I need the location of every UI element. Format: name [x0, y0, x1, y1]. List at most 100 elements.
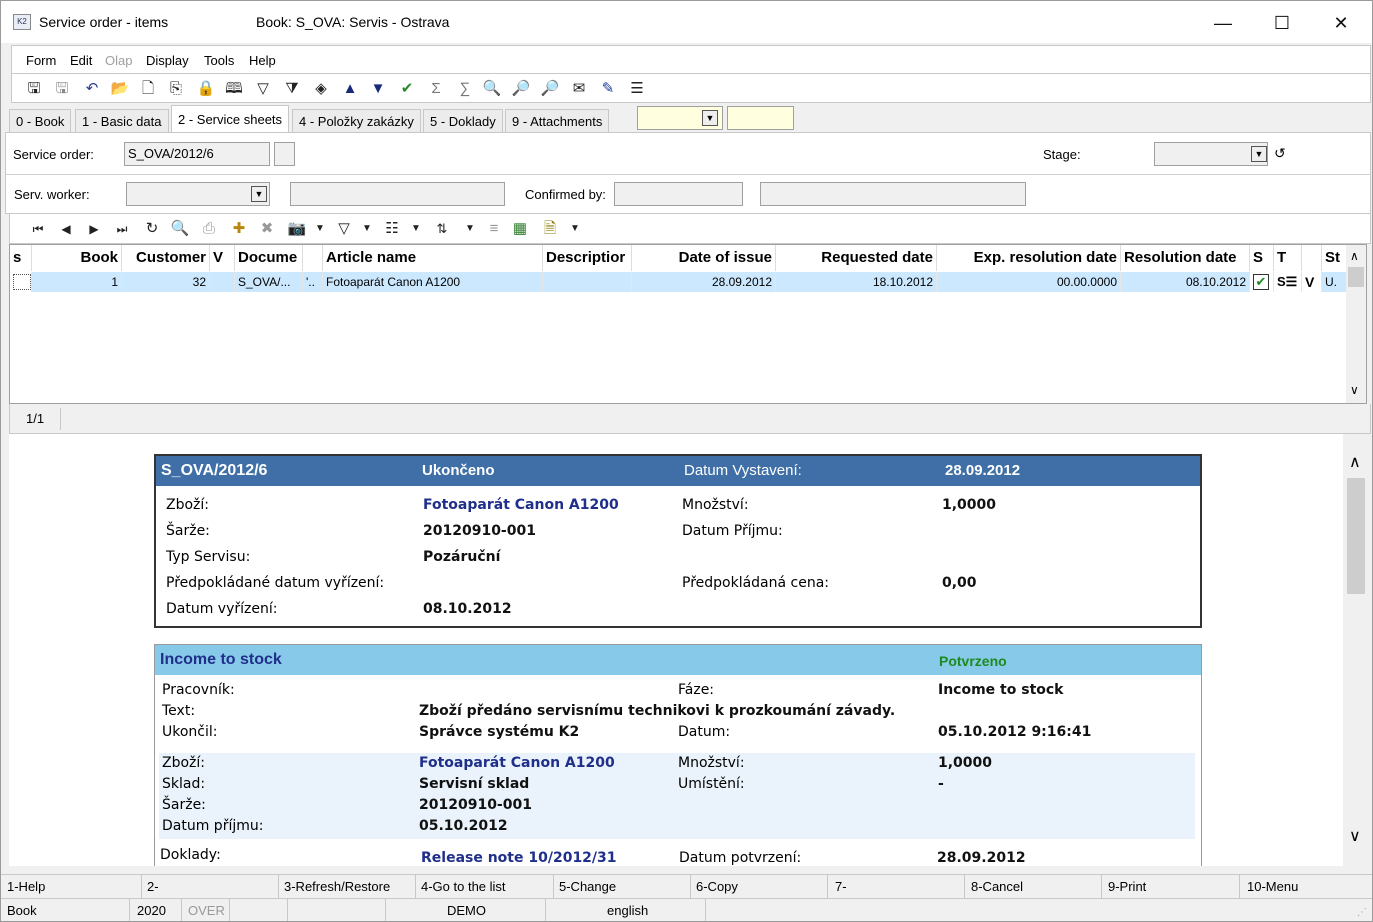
resize-grip-icon[interactable]: ⋰ [1357, 907, 1367, 918]
cell-v[interactable] [210, 272, 235, 292]
filter-icon[interactable]: ▽ [253, 79, 273, 99]
mail-icon[interactable]: ✉ [569, 79, 589, 99]
serv-worker-name-field[interactable] [290, 182, 505, 206]
column-header-s2[interactable]: S [1250, 245, 1274, 271]
copy-document-icon[interactable]: ⎘ [166, 79, 186, 99]
chevron-down-icon[interactable]: ▼ [251, 186, 267, 202]
close-button[interactable]: ✕ [1318, 9, 1364, 37]
chevron-down-icon[interactable]: ▼ [310, 219, 330, 239]
column-header-blank2[interactable] [1302, 245, 1322, 271]
confirmed-by-name-field[interactable] [760, 182, 1026, 206]
save-as-icon[interactable]: 🖫 [52, 79, 72, 99]
documents-link[interactable]: Release note 10/2012/31 [421, 850, 617, 866]
cell-date-of-issue[interactable]: 28.09.2012 [632, 272, 776, 292]
column-header-date-of-issue[interactable]: Date of issue [632, 245, 776, 271]
edit-note-icon[interactable]: ✎ [598, 79, 618, 99]
grid-scrollbar[interactable]: ∧ ∨ [1346, 245, 1366, 403]
first-record-icon[interactable]: ⏮ [28, 219, 48, 239]
menu-help[interactable]: Help [249, 53, 276, 68]
cell-v-mark[interactable]: V [1302, 272, 1322, 292]
columns-icon[interactable]: ☷ [382, 219, 402, 239]
fkey-change[interactable]: 5-Change [559, 879, 616, 894]
fkey-refresh[interactable]: 3-Refresh/Restore [284, 879, 390, 894]
cell-status[interactable]: U. [1322, 272, 1348, 292]
binoculars-icon[interactable]: 🔍 [170, 219, 190, 239]
scroll-up-icon[interactable]: ∧ [1349, 452, 1361, 472]
scroll-thumb[interactable] [1347, 478, 1365, 594]
serv-worker-combo[interactable] [126, 182, 270, 206]
add-record-icon[interactable]: ✚ [229, 219, 249, 239]
history-icon[interactable]: ↺ [1274, 145, 1286, 162]
menu-form[interactable]: Form [26, 53, 56, 68]
column-header-description[interactable]: Descriptior [543, 245, 632, 271]
filter-delete-icon[interactable]: ⧩ [282, 79, 302, 99]
scroll-down-icon[interactable]: ∨ [1350, 383, 1359, 397]
tab-doklady[interactable]: 5 - Doklady [423, 109, 503, 133]
chevron-down-icon[interactable]: ▼ [406, 219, 426, 239]
column-header-v[interactable]: V [210, 245, 235, 271]
cell-extra[interactable]: '.. [303, 272, 323, 292]
column-header-t[interactable]: T [1274, 245, 1302, 271]
goods-value[interactable]: Fotoaparát Canon A1200 [419, 755, 615, 771]
menu-edit[interactable]: Edit [70, 53, 92, 68]
tree-icon[interactable]: ≡ [484, 219, 504, 239]
fkey-print[interactable]: 9-Print [1108, 879, 1146, 894]
column-header-st[interactable]: St [1322, 245, 1348, 271]
last-record-icon[interactable]: ⏭ [112, 219, 132, 239]
tab-attachments[interactable]: 9 - Attachments [505, 109, 610, 133]
chevron-down-icon[interactable]: ▼ [460, 219, 480, 239]
fkey-cancel[interactable]: 8-Cancel [971, 879, 1023, 894]
find-prev-icon[interactable]: 🔎 [540, 79, 560, 99]
hamburger-menu-icon[interactable]: ☰ [627, 79, 647, 99]
find-next-icon[interactable]: 🔎 [511, 79, 531, 99]
chevron-down-icon[interactable]: ▼ [702, 110, 718, 126]
next-record-icon[interactable]: ▶ [84, 219, 104, 239]
fkey-copy[interactable]: 6-Copy [696, 879, 738, 894]
chevron-down-icon[interactable]: ▼ [1251, 146, 1267, 162]
book-icon[interactable]: 🕮 [224, 79, 244, 99]
save-icon[interactable]: 🖫 [24, 79, 44, 99]
lock-icon[interactable]: 🔒 [196, 79, 216, 99]
column-header-document[interactable]: Docume [235, 245, 303, 271]
undo-icon[interactable]: ↶ [82, 79, 102, 99]
sum-icon[interactable]: Σ [426, 79, 446, 99]
printer-icon[interactable]: ⎙ [199, 219, 219, 239]
tab-polozky-zakazky[interactable]: 4 - Položky zakázky [292, 109, 421, 133]
cell-type-icon[interactable]: S☰ [1274, 272, 1302, 292]
goods-value[interactable]: Fotoaparát Canon A1200 [423, 497, 619, 513]
fkey-7[interactable]: 7- [835, 879, 847, 894]
checkbox-checked-icon[interactable]: ✔ [1250, 272, 1274, 292]
fkey-go-to-list[interactable]: 4-Go to the list [421, 879, 506, 894]
column-header-resolution-date[interactable]: Resolution date [1121, 245, 1250, 271]
tab-basic-data[interactable]: 1 - Basic data [75, 109, 169, 133]
chevron-down-icon[interactable]: ▼ [357, 219, 377, 239]
column-header-article-name[interactable]: Article name [323, 245, 543, 271]
menu-olap[interactable]: Olap [105, 53, 132, 68]
tab-service-sheets[interactable]: 2 - Service sheets [171, 105, 290, 134]
excel-icon[interactable]: ▦ [510, 219, 530, 239]
row-selector[interactable] [10, 272, 32, 292]
cell-book[interactable]: 1 [32, 272, 122, 292]
service-order-field[interactable]: S_OVA/2012/6 [124, 142, 270, 166]
arrow-down-icon[interactable]: ▼ [368, 79, 388, 99]
service-order-button[interactable] [274, 142, 295, 166]
layers-icon[interactable]: ◈ [311, 79, 331, 99]
previous-record-icon[interactable]: ◀ [56, 219, 76, 239]
menu-tools[interactable]: Tools [204, 53, 234, 68]
tab-book[interactable]: 0 - Book [9, 109, 72, 133]
fkey-help[interactable]: 1-Help [7, 879, 45, 894]
sort-icon[interactable]: ⇅ [432, 219, 452, 239]
filter-value-field[interactable] [727, 106, 794, 130]
scroll-thumb[interactable] [1348, 267, 1364, 287]
column-header-exp-resolution-date[interactable]: Exp. resolution date [937, 245, 1121, 271]
column-header-customer[interactable]: Customer [122, 245, 210, 271]
maximize-button[interactable]: ☐ [1259, 9, 1305, 37]
column-header-requested-date[interactable]: Requested date [776, 245, 937, 271]
binoculars-icon[interactable]: 🔍 [482, 79, 502, 99]
cell-requested-date[interactable]: 18.10.2012 [776, 272, 937, 292]
cell-resolution-date[interactable]: 08.10.2012 [1121, 272, 1250, 292]
cell-document[interactable]: S_OVA/... [235, 272, 303, 292]
scroll-up-icon[interactable]: ∧ [1350, 249, 1359, 263]
column-header-s[interactable]: s [10, 245, 32, 271]
open-folder-icon[interactable]: 📂 [110, 79, 130, 99]
